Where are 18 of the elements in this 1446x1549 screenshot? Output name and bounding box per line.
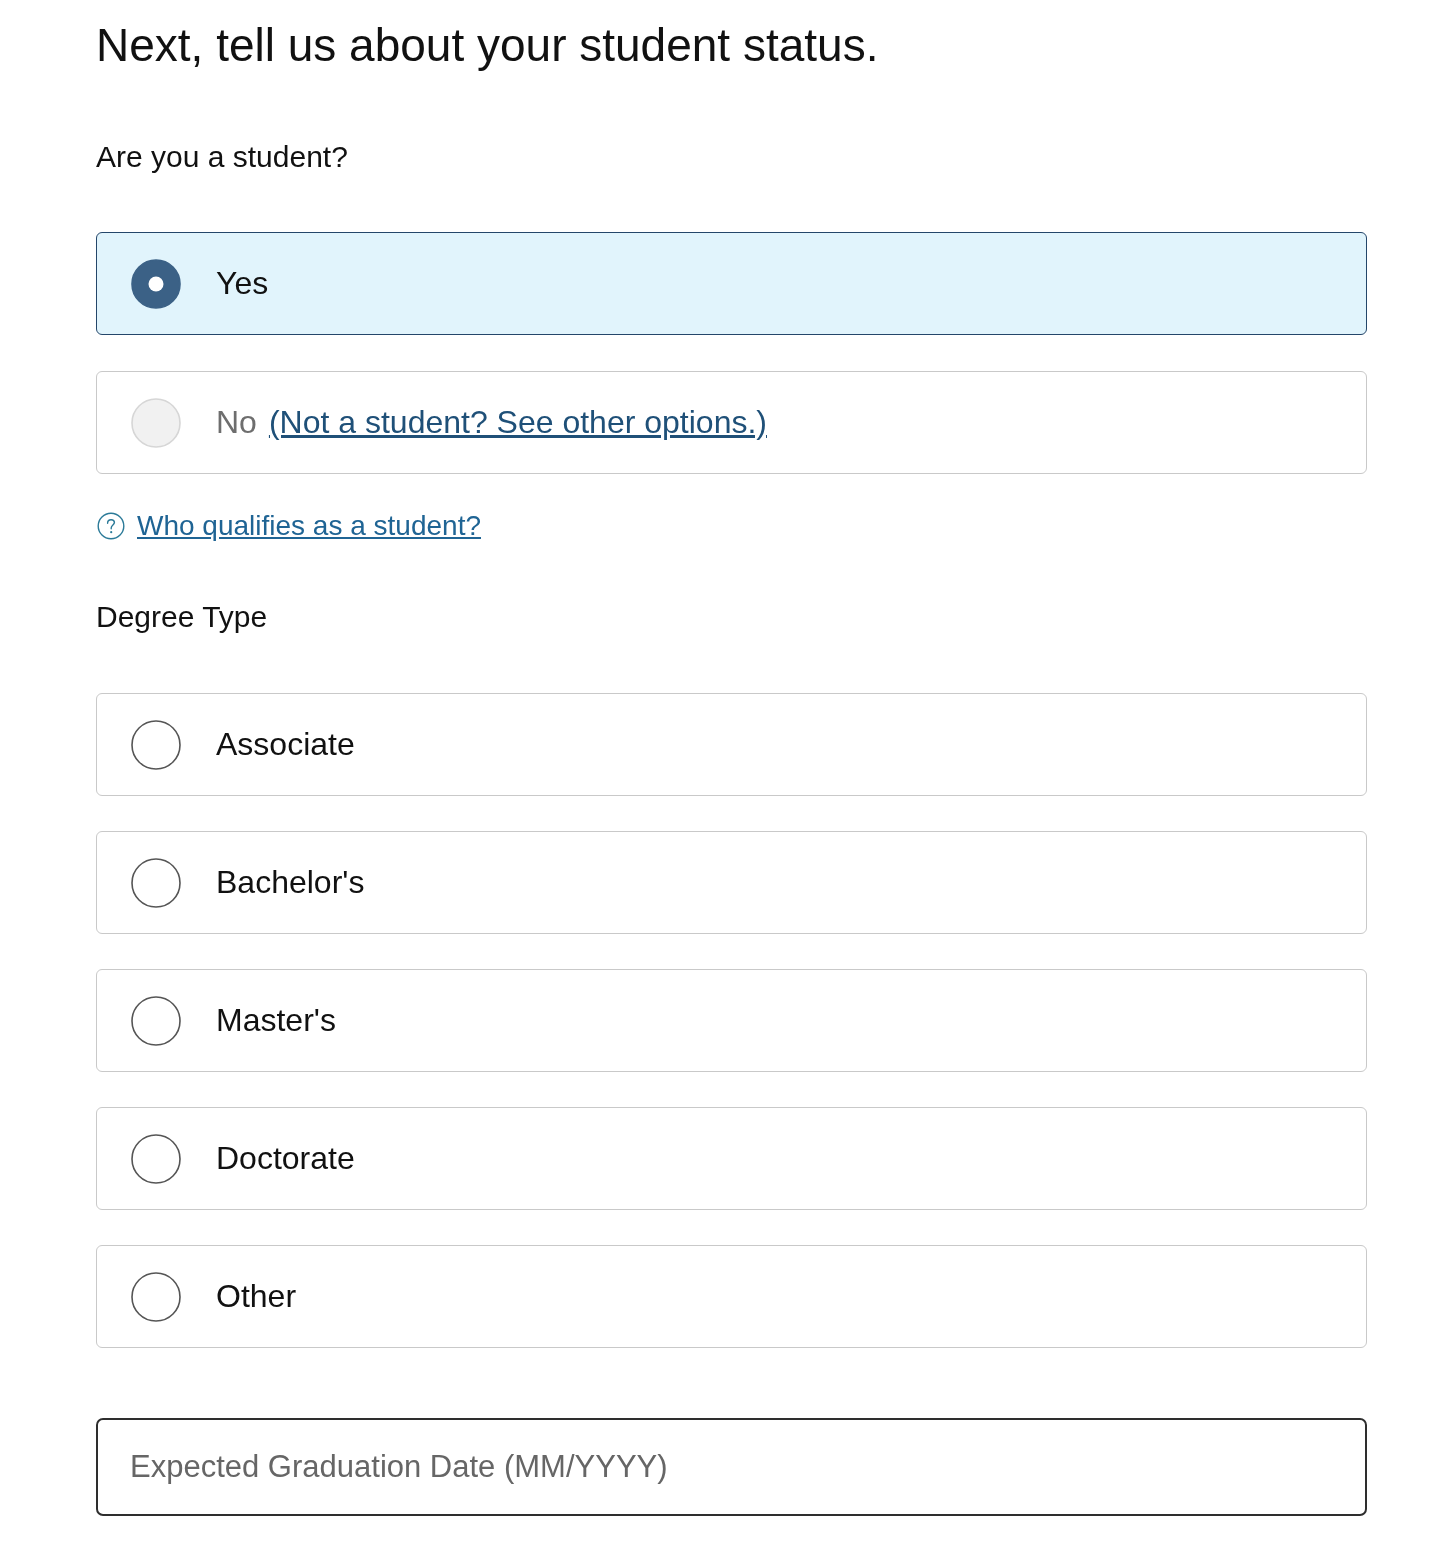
input-field[interactable]: Expected Graduation Date (MM/YYYY) (96, 1418, 1367, 1516)
radio-icon[interactable] (131, 1271, 181, 1322)
question-label: Degree Type (96, 599, 269, 635)
radio-icon[interactable] (131, 995, 181, 1046)
help-icon[interactable] (97, 512, 125, 540)
radio-option[interactable]: Master's (96, 969, 1367, 1072)
radio-icon[interactable] (131, 719, 181, 770)
radio-icon[interactable] (131, 857, 181, 908)
radio-option[interactable]: Other (96, 1245, 1367, 1348)
radio-option[interactable]: Yes (96, 232, 1367, 335)
radio-icon[interactable] (131, 258, 181, 309)
question-label: Are you a student? (96, 139, 349, 175)
radio-option[interactable]: Bachelor's (96, 831, 1367, 934)
help-link[interactable]: Who qualifies as a student? (137, 509, 481, 543)
radio-icon[interactable] (131, 1133, 181, 1184)
page-heading: Next, tell us about your student status. (96, 18, 880, 73)
radio-option[interactable]: Associate (96, 693, 1367, 796)
radio-option[interactable]: Doctorate (96, 1107, 1367, 1210)
